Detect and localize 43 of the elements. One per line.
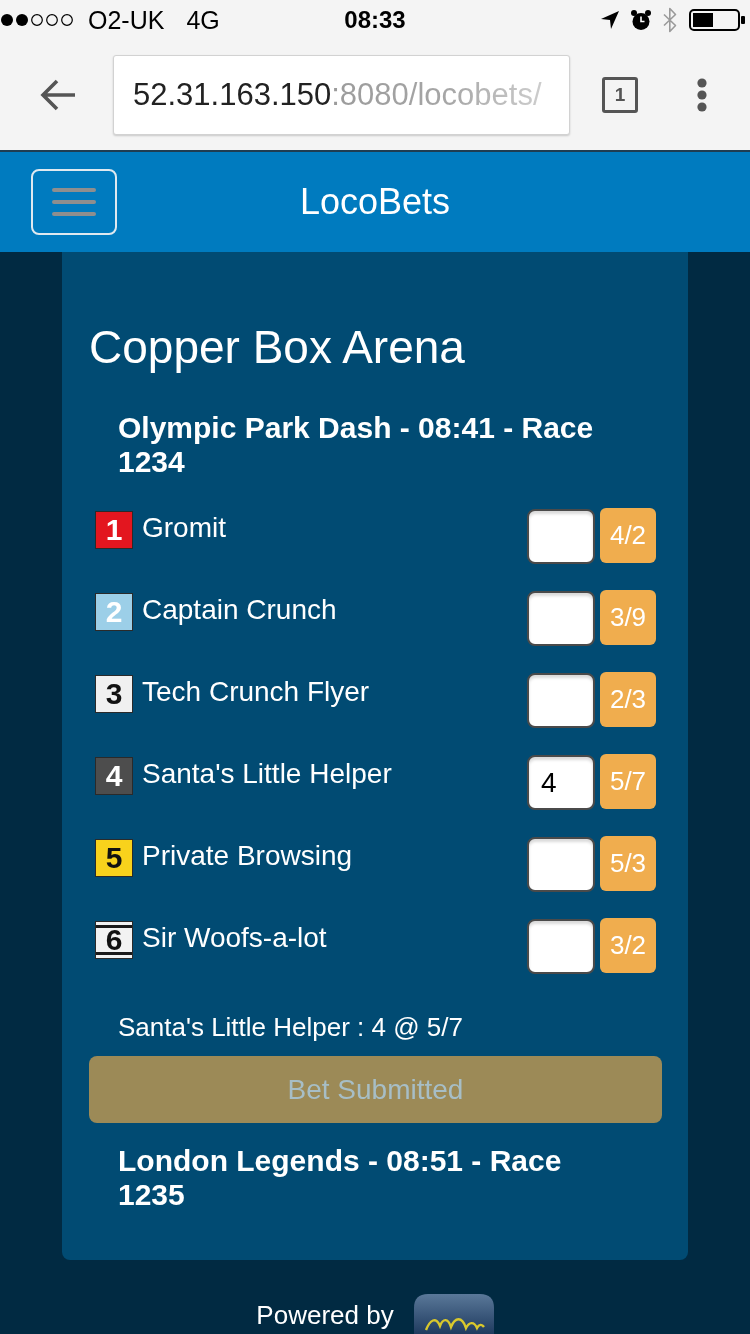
stake-input[interactable] [527, 837, 595, 892]
back-arrow-icon[interactable] [40, 79, 76, 111]
saddle-number: 5 [95, 839, 133, 877]
powered-by-text: Powered by [256, 1300, 394, 1330]
runner-name: Private Browsing [142, 839, 354, 873]
venue-title: Copper Box Arena [89, 321, 466, 373]
brand-link[interactable]: LocoBets [299, 181, 451, 223]
bluetooth-icon [663, 7, 677, 33]
saddle-number: 1 [95, 511, 133, 549]
runner-name: Captain Crunch [142, 593, 338, 627]
location-arrow-icon [601, 11, 619, 29]
saddle-number: 2 [95, 593, 133, 631]
race-title: Olympic Park Dash - 08:41 - Race 1234 [117, 411, 595, 479]
race-title: London Legends - 08:51 - Race 1235 [117, 1144, 563, 1212]
stake-input[interactable] [527, 919, 595, 974]
runner-name: Santa's Little Helper [142, 757, 393, 791]
carrier-name: O2-UK [88, 5, 165, 35]
stake-input[interactable]: 4 [527, 755, 595, 810]
odds-label: 2/3 [600, 672, 656, 727]
bet-summary: Santa's Little Helper : 4 @ 5/7 [117, 1011, 464, 1044]
runner-name: Tech Crunch Flyer [142, 675, 371, 709]
battery-icon [689, 9, 745, 31]
menu-toggle-button[interactable] [31, 169, 117, 235]
runner-name: Gromit [142, 511, 227, 545]
stake-input[interactable] [527, 591, 595, 646]
stake-input[interactable] [527, 509, 595, 564]
clock-time: 08:33 [344, 6, 406, 34]
odds-label: 3/2 [600, 918, 656, 973]
saddle-number: 3 [95, 675, 133, 713]
odds-label: 4/2 [600, 508, 656, 563]
url-field[interactable]: 52.31.163.150:8080/locobets/ [113, 55, 570, 135]
odds-label: 5/7 [600, 754, 656, 809]
network-type: 4G [186, 5, 220, 35]
odds-label: 3/9 [600, 590, 656, 645]
saddle-number: 4 [95, 757, 133, 795]
alarm-clock-icon [631, 10, 651, 30]
tab-count-button[interactable]: 1 [602, 77, 638, 113]
stake-input[interactable] [527, 673, 595, 728]
logo-icon [413, 1294, 494, 1334]
runner-name: Sir Woofs-a-lot [142, 921, 328, 955]
odds-label: 5/3 [600, 836, 656, 891]
saddle-number: 6 [95, 921, 133, 959]
menu-dots-icon[interactable] [697, 78, 707, 112]
